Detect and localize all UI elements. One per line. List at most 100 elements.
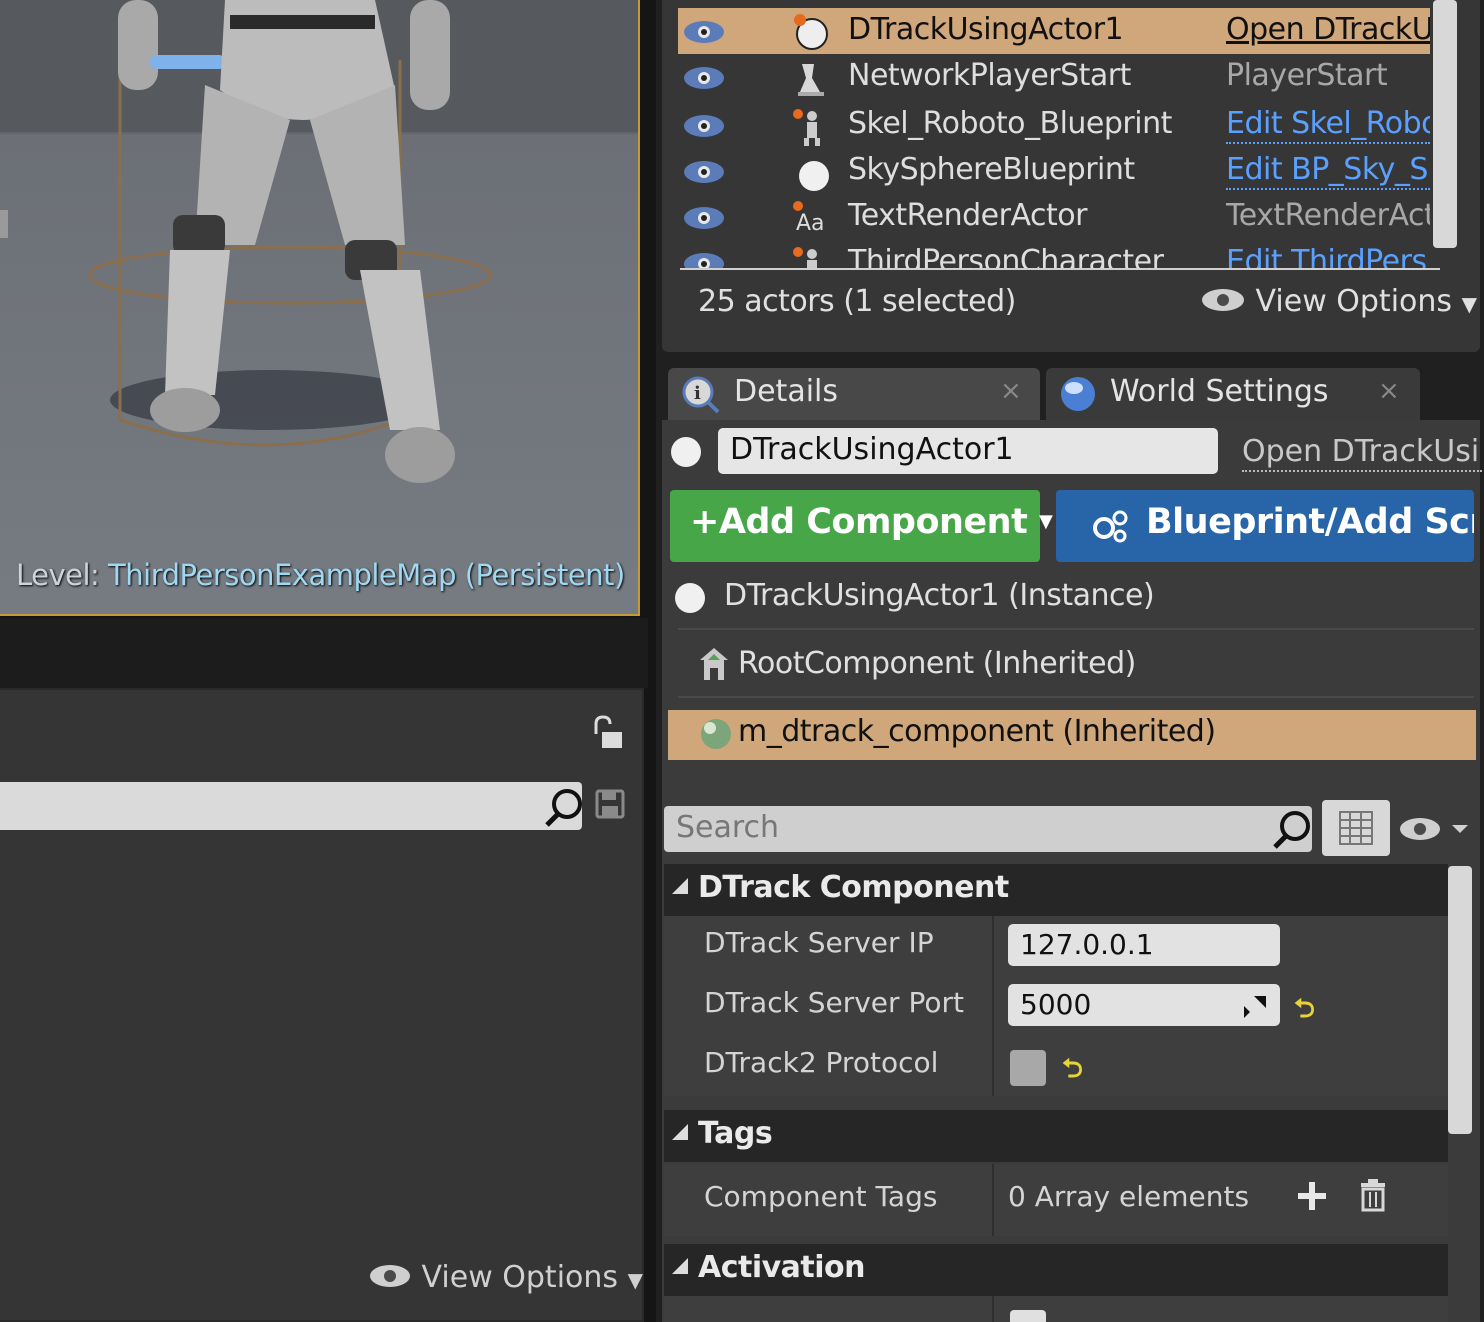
collapse-triangle-icon: [672, 1124, 688, 1140]
server-port-input[interactable]: 5000: [1008, 984, 1280, 1026]
visibility-eye-icon[interactable]: [682, 204, 726, 232]
component-label: m_dtrack_component (Inherited): [738, 714, 1216, 749]
actor-type-link[interactable]: Open DTrackU: [1226, 12, 1430, 47]
grid-icon: [1339, 811, 1373, 845]
visibility-eye-icon[interactable]: [682, 18, 726, 46]
category-activation[interactable]: Activation: [664, 1244, 1448, 1296]
prop-row-protocol: DTrack2 Protocol ⮌: [664, 1036, 1448, 1096]
visibility-eye-icon[interactable]: [682, 64, 726, 92]
add-component-button[interactable]: +Add Component ▼: [670, 490, 1053, 562]
tab-details[interactable]: i Details ×: [668, 368, 1040, 420]
add-element-icon[interactable]: [1296, 1180, 1328, 1212]
left-search-input[interactable]: [0, 782, 582, 830]
outliner-scrollbar[interactable]: [1433, 0, 1457, 248]
prop-row-partial: [664, 1296, 1448, 1322]
close-icon[interactable]: ×: [1378, 376, 1400, 406]
sphere-icon: [799, 161, 829, 191]
blueprint-add-script-button[interactable]: Blueprint/Add Scr: [1056, 490, 1474, 562]
outliner-view-options-button[interactable]: View Options ▼: [1200, 284, 1477, 319]
actor-type-label: PlayerStart: [1226, 58, 1388, 93]
outliner-row[interactable]: SkySphereBlueprint Edit BP_Sky_S: [678, 148, 1430, 194]
details-info-icon: i: [682, 376, 720, 414]
visibility-eye-icon[interactable]: [682, 158, 726, 186]
trash-icon[interactable]: [1358, 1178, 1388, 1212]
edit-blueprint-link[interactable]: Edit ThirdPers: [1226, 244, 1430, 268]
spin-drag-icon[interactable]: [1242, 994, 1268, 1020]
visibility-eye-icon[interactable]: [682, 112, 726, 140]
category-title: Tags: [698, 1116, 773, 1151]
add-component-label: Add Component: [718, 502, 1028, 542]
open-blueprint-link[interactable]: Open DTrackUsi: [1242, 434, 1482, 472]
sphere-actor-icon: [794, 14, 828, 50]
actor-label: DTrackUsingActor1: [848, 12, 1124, 47]
outliner-divider: [680, 268, 1440, 270]
component-item[interactable]: DTrackUsingActor1 (Instance): [668, 566, 1476, 628]
reset-to-default-icon[interactable]: ⮌: [1062, 1050, 1083, 1094]
actor-type-label: TextRenderActo: [1226, 198, 1430, 233]
reset-to-default-icon[interactable]: ⮌: [1294, 990, 1315, 1034]
level-label: Level: ThirdPersonExampleMap (Persistent…: [16, 558, 625, 592]
column-divider: [992, 916, 994, 976]
edit-blueprint-link[interactable]: Edit Skel_Robo: [1226, 106, 1430, 144]
activation-checkbox[interactable]: [1010, 1310, 1046, 1322]
svg-text:i: i: [694, 383, 701, 404]
globe-icon: [1061, 377, 1095, 411]
outliner-row[interactable]: Aa TextRenderActor TextRenderActo: [678, 194, 1430, 240]
tab-label: Details: [734, 374, 839, 409]
component-item[interactable]: RootComponent (Inherited): [668, 634, 1476, 696]
player-start-icon: [798, 64, 824, 96]
prop-label: DTrack2 Protocol: [704, 1046, 939, 1079]
chevron-down-icon: ▼: [1039, 511, 1053, 532]
prop-row-server-ip: DTrack Server IP 127.0.0.1: [664, 916, 1448, 976]
sphere-icon: [675, 583, 705, 613]
collapse-triangle-icon: [672, 878, 688, 894]
outliner-row[interactable]: DTrackUsingActor1 Open DTrackU: [678, 8, 1430, 54]
chevron-down-icon: ▼: [627, 1268, 643, 1292]
save-icon[interactable]: [594, 788, 628, 822]
column-divider: [992, 976, 994, 1036]
root-component-icon: [700, 648, 728, 680]
actor-count: 25 actors (1 selected): [698, 284, 1016, 319]
level-viewport[interactable]: Level: ThirdPersonExampleMap (Persistent…: [0, 0, 640, 616]
character-mannequin: [88, 0, 492, 483]
text-render-icon: Aa: [793, 201, 825, 236]
tab-world-settings[interactable]: World Settings ×: [1046, 368, 1420, 420]
actor-name-input[interactable]: DTrackUsingActor1: [718, 428, 1218, 474]
view-options-label: View Options: [1255, 284, 1453, 319]
actor-label: NetworkPlayerStart: [848, 58, 1131, 93]
category-dtrack-component[interactable]: DTrack Component: [664, 864, 1448, 916]
edit-blueprint-link[interactable]: Edit BP_Sky_S: [1226, 152, 1430, 190]
outliner-row[interactable]: Skel_Roboto_Blueprint Edit Skel_Robo: [678, 102, 1430, 148]
column-divider: [992, 1296, 994, 1322]
svg-text:Aa: Aa: [796, 211, 825, 236]
column-divider: [992, 1036, 994, 1096]
level-prefix: Level:: [16, 558, 100, 592]
outliner-row[interactable]: NetworkPlayerStart PlayerStart: [678, 54, 1430, 100]
prop-label: DTrack Server IP: [704, 926, 934, 959]
view-options-label: View Options: [421, 1260, 619, 1295]
skeleton-icon: [793, 109, 820, 146]
dtrack-component-icon: [701, 719, 731, 749]
actor-label: ThirdPersonCharacter: [848, 244, 1164, 268]
component-separator: [678, 628, 1474, 630]
character-icon: [793, 247, 817, 268]
server-ip-input[interactable]: 127.0.0.1: [1008, 924, 1280, 966]
left-view-options-button[interactable]: View Options ▼: [368, 1260, 643, 1295]
lock-icon[interactable]: [588, 714, 628, 754]
visibility-eye-icon[interactable]: [682, 250, 726, 268]
component-separator: [678, 696, 1474, 698]
component-item-selected[interactable]: m_dtrack_component (Inherited): [668, 710, 1476, 760]
property-matrix-button[interactable]: [1322, 800, 1390, 856]
protocol-checkbox[interactable]: [1010, 1050, 1046, 1086]
prop-row-server-port: DTrack Server Port 5000 ⮌: [664, 976, 1448, 1036]
close-icon[interactable]: ×: [1000, 376, 1022, 406]
details-scrollbar[interactable]: [1448, 866, 1472, 1134]
component-label: DTrackUsingActor1 (Instance): [724, 578, 1155, 613]
column-divider: [992, 1164, 994, 1236]
search-icon: [545, 789, 582, 827]
category-tags[interactable]: Tags: [664, 1110, 1448, 1162]
outliner-row[interactable]: ThirdPersonCharacter Edit ThirdPers: [678, 240, 1430, 268]
details-search-input[interactable]: Search: [664, 806, 1312, 852]
details-visibility-options[interactable]: [1398, 812, 1478, 850]
component-label: RootComponent (Inherited): [738, 646, 1136, 681]
